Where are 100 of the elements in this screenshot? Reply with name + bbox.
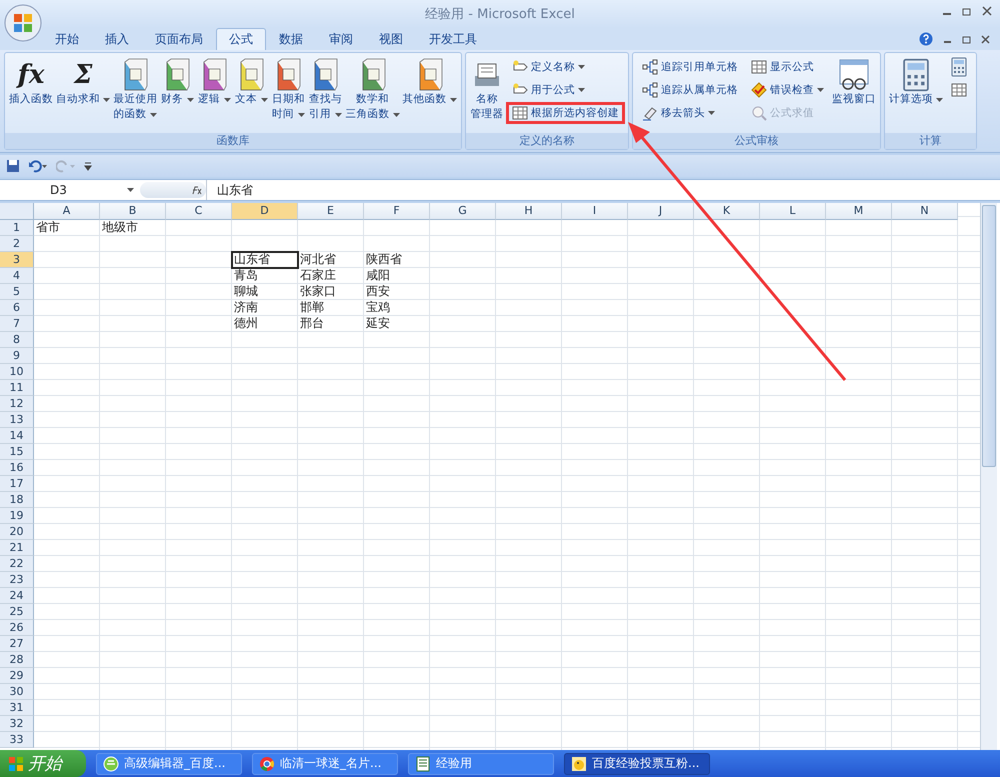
caret-icon bbox=[127, 188, 134, 192]
row-header[interactable]: 2 bbox=[0, 236, 34, 252]
ribbon-button[interactable]: 移去箭头 bbox=[636, 102, 744, 124]
row-header[interactable]: 21 bbox=[0, 540, 34, 556]
ribbon-tab[interactable]: 审阅 bbox=[316, 28, 366, 50]
column-header[interactable]: L bbox=[760, 203, 826, 220]
row-header[interactable]: 20 bbox=[0, 524, 34, 540]
formula-input[interactable]: 山东省 bbox=[206, 180, 1000, 200]
table-cell-text: 省市 bbox=[35, 220, 61, 236]
row-header[interactable]: 12 bbox=[0, 396, 34, 412]
column-header[interactable]: J bbox=[628, 203, 694, 220]
ribbon-tab[interactable]: 公式 bbox=[216, 28, 266, 50]
ribbon-tab[interactable]: 插入 bbox=[92, 28, 142, 50]
ribbon-button[interactable]: 计算选项 bbox=[888, 56, 944, 109]
row-header[interactable]: 31 bbox=[0, 700, 34, 716]
row-header[interactable]: 26 bbox=[0, 620, 34, 636]
row-header[interactable]: 3 bbox=[0, 252, 34, 268]
column-header[interactable]: K bbox=[694, 203, 760, 220]
row-header[interactable]: 13 bbox=[0, 412, 34, 428]
row-header[interactable]: 16 bbox=[0, 460, 34, 476]
column-header[interactable]: I bbox=[562, 203, 628, 220]
ribbon-button[interactable]: 错误检查 bbox=[745, 79, 830, 101]
ribbon-button[interactable]: 最近使用 的函数 bbox=[112, 56, 158, 124]
row-header[interactable]: 15 bbox=[0, 444, 34, 460]
ribbon-tab[interactable]: 视图 bbox=[366, 28, 416, 50]
column-header[interactable]: B bbox=[100, 203, 166, 220]
row-header[interactable]: 10 bbox=[0, 364, 34, 380]
close-icon[interactable] bbox=[981, 34, 990, 44]
restore-icon[interactable] bbox=[962, 34, 971, 44]
row-header[interactable]: 9 bbox=[0, 348, 34, 364]
magnifier-icon bbox=[751, 105, 768, 121]
windows-logo-icon bbox=[8, 756, 24, 772]
customize-icon[interactable] bbox=[84, 161, 92, 171]
name-box[interactable]: D3 bbox=[0, 183, 140, 197]
row-header[interactable]: 4 bbox=[0, 268, 34, 284]
column-header[interactable]: D bbox=[232, 203, 298, 220]
row-header[interactable]: 1 bbox=[0, 220, 34, 236]
row-header[interactable]: 28 bbox=[0, 652, 34, 668]
ribbon-button[interactable]: fx 插入函数 bbox=[8, 56, 54, 109]
row-header[interactable]: 17 bbox=[0, 476, 34, 492]
row-header[interactable]: 27 bbox=[0, 636, 34, 652]
ribbon-tab[interactable]: 开始 bbox=[42, 28, 92, 50]
help-icon[interactable] bbox=[919, 32, 933, 46]
vertical-scrollbar[interactable] bbox=[980, 203, 997, 750]
ribbon-button[interactable]: 文本 bbox=[233, 56, 270, 109]
row-header[interactable]: 7 bbox=[0, 316, 34, 332]
row-header[interactable]: 6 bbox=[0, 300, 34, 316]
row-header[interactable]: 11 bbox=[0, 380, 34, 396]
ribbon-button[interactable]: Σ 自动求和 bbox=[55, 56, 112, 109]
column-header[interactable]: A bbox=[34, 203, 100, 220]
column-header[interactable]: N bbox=[892, 203, 958, 220]
close-icon[interactable] bbox=[982, 6, 992, 16]
column-header[interactable]: G bbox=[430, 203, 496, 220]
ribbon-tab[interactable]: 开发工具 bbox=[416, 28, 490, 50]
row-header[interactable]: 24 bbox=[0, 588, 34, 604]
row-header[interactable]: 30 bbox=[0, 684, 34, 700]
ribbon-button[interactable]: 监视窗口 bbox=[831, 56, 878, 109]
ribbon-button[interactable]: 根据所选内容创建 bbox=[506, 102, 626, 124]
ribbon-button[interactable]: 追踪从属单元格 bbox=[636, 79, 744, 101]
ribbon-button[interactable]: 财务 bbox=[159, 56, 196, 109]
taskbar-button[interactable]: 高级编辑器_百度... bbox=[96, 752, 242, 774]
row-header[interactable]: 29 bbox=[0, 668, 34, 684]
scrollbar-thumb[interactable] bbox=[982, 205, 996, 467]
save-icon[interactable] bbox=[6, 159, 20, 173]
undo-icon[interactable] bbox=[28, 159, 48, 173]
ribbon-button[interactable]: 定义名称 bbox=[506, 56, 626, 78]
caret-icon bbox=[298, 113, 305, 117]
row-header[interactable]: 22 bbox=[0, 556, 34, 572]
row-header[interactable]: 8 bbox=[0, 332, 34, 348]
row-header[interactable]: 23 bbox=[0, 572, 34, 588]
column-header[interactable]: C bbox=[166, 203, 232, 220]
ribbon-button[interactable]: 逻辑 bbox=[196, 56, 232, 109]
column-header[interactable]: M bbox=[826, 203, 892, 220]
ribbon-button[interactable]: 显示公式 bbox=[745, 56, 830, 78]
taskbar-button[interactable]: 百度经验投票互粉... bbox=[564, 752, 710, 774]
ribbon-button[interactable]: 用于公式 bbox=[506, 79, 626, 101]
ribbon-button[interactable]: 查找与 引用 bbox=[307, 56, 344, 124]
ribbon-tab[interactable]: 数据 bbox=[266, 28, 316, 50]
ribbon-button[interactable]: 其他函数 bbox=[402, 56, 458, 109]
ribbon-button[interactable]: 追踪引用单元格 bbox=[636, 56, 744, 78]
column-header[interactable]: H bbox=[496, 203, 562, 220]
taskbar-button[interactable]: 临清一球迷_名片... bbox=[252, 752, 398, 774]
row-header[interactable]: 5 bbox=[0, 284, 34, 300]
group-label: 计算 bbox=[885, 133, 976, 149]
row-header[interactable]: 18 bbox=[0, 492, 34, 508]
row-header[interactable]: 19 bbox=[0, 508, 34, 524]
row-header[interactable]: 33 bbox=[0, 732, 34, 748]
column-header[interactable]: E bbox=[298, 203, 364, 220]
insert-function-button[interactable] bbox=[140, 182, 206, 198]
ribbon-button[interactable]: 名称 管理器 bbox=[469, 56, 506, 124]
ribbon-tab[interactable]: 页面布局 bbox=[142, 28, 216, 50]
row-header[interactable]: 25 bbox=[0, 604, 34, 620]
row-header[interactable]: 32 bbox=[0, 716, 34, 732]
row-header[interactable]: 14 bbox=[0, 428, 34, 444]
ribbon-button[interactable]: 数学和 三角函数 bbox=[344, 56, 401, 124]
taskbar-button[interactable]: 经验用 bbox=[408, 752, 554, 774]
restore-icon[interactable] bbox=[962, 6, 972, 16]
ribbon-button[interactable]: 日期和 时间 bbox=[270, 56, 306, 124]
column-header[interactable]: F bbox=[364, 203, 430, 220]
caret-icon bbox=[224, 98, 231, 102]
